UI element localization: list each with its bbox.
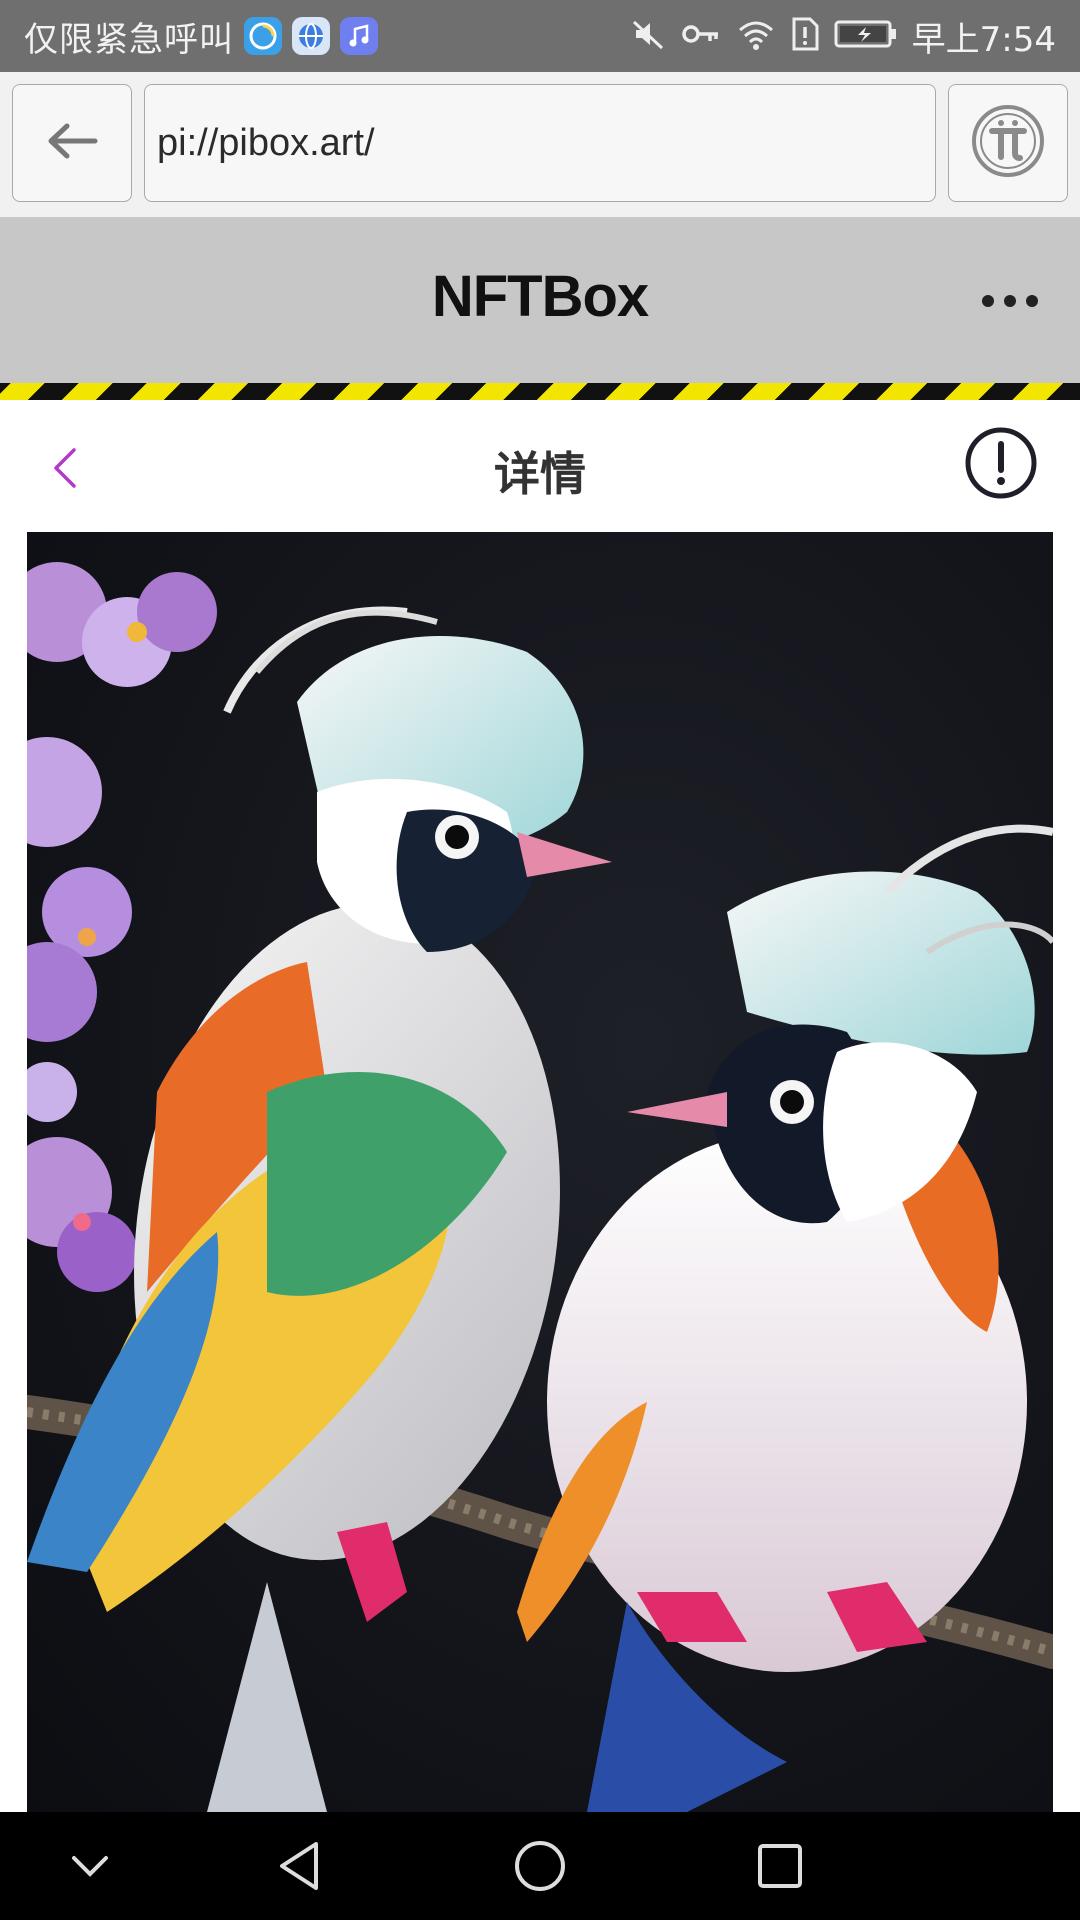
wifi-icon	[736, 16, 776, 57]
more-dots-icon	[1004, 295, 1016, 307]
status-right: 早上7:54	[630, 12, 1056, 61]
system-home-button[interactable]	[512, 1838, 568, 1899]
system-recents-button[interactable]	[752, 1838, 808, 1899]
detail-title: 详情	[494, 447, 586, 501]
more-dots-icon	[982, 295, 994, 307]
status-left: 仅限紧急呼叫	[24, 12, 378, 61]
clock-text: 早上7:54	[911, 19, 1056, 60]
home-circle-icon	[512, 1841, 568, 1898]
url-text: pi://pibox.art/	[157, 121, 375, 164]
carrier-text: 仅限紧急呼叫	[24, 19, 234, 60]
music-app-icon	[340, 17, 378, 55]
status-bar: 仅限紧急呼叫 早上7:54	[0, 0, 1080, 72]
globe-app-icon	[292, 17, 330, 55]
swirl-app-icon	[244, 17, 282, 55]
more-menu-button[interactable]	[982, 283, 1038, 319]
info-exclamation-icon	[964, 427, 1038, 504]
more-dots-icon	[1026, 295, 1038, 307]
recents-square-icon	[752, 1844, 808, 1898]
nft-artwork-illustration	[27, 532, 1053, 1812]
arrow-left-icon	[45, 121, 99, 166]
hide-keyboard-button[interactable]	[66, 1838, 114, 1899]
detail-header: 详情	[0, 400, 1080, 530]
battery-charging-icon	[834, 17, 898, 56]
sim-alert-icon	[790, 15, 820, 58]
browser-toolbar: pi://pibox.art/	[0, 72, 1080, 219]
site-title: NFTBox	[431, 264, 649, 329]
browser-back-button[interactable]	[12, 84, 132, 202]
site-header: NFTBox	[0, 219, 1080, 383]
back-triangle-icon	[272, 1842, 328, 1898]
url-field[interactable]: pi://pibox.art/	[144, 84, 936, 202]
system-navigation-bar	[0, 1812, 1080, 1920]
key-icon	[680, 16, 722, 57]
chevron-down-icon	[66, 1856, 114, 1898]
mute-icon	[630, 16, 666, 57]
system-back-button[interactable]	[272, 1838, 328, 1899]
pi-logo-icon	[970, 103, 1046, 184]
info-button[interactable]	[964, 426, 1038, 505]
pi-browser-button[interactable]	[948, 84, 1068, 202]
hazard-stripe	[0, 383, 1080, 400]
nft-artwork-image[interactable]	[27, 532, 1053, 1812]
